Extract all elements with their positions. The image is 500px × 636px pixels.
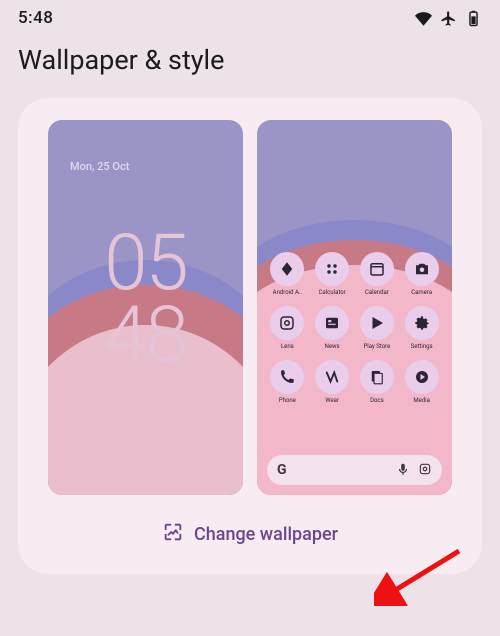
wifi-icon	[415, 10, 432, 27]
gear-icon	[405, 306, 439, 340]
app-android[interactable]: Android A..	[265, 252, 310, 296]
search-bar[interactable]: G	[267, 455, 442, 485]
change-wallpaper-label: Change wallpaper	[194, 524, 338, 545]
app-phone[interactable]: Phone	[265, 360, 310, 404]
status-icons	[415, 10, 482, 27]
app-news[interactable]: News	[310, 306, 355, 350]
app-media[interactable]: Media	[399, 360, 444, 404]
app-camera[interactable]: Camera	[399, 252, 444, 296]
status-time: 5:48	[18, 8, 53, 28]
lock-screen-preview[interactable]: Mon, 25 Oct 05 48	[48, 120, 243, 495]
phone-icon	[270, 360, 304, 394]
page-title: Wallpaper & style	[0, 32, 500, 98]
app-label: Settings	[411, 343, 433, 350]
wallpaper-icon	[162, 521, 184, 548]
lock-date: Mon, 25 Oct	[70, 160, 129, 173]
app-label: Wear	[325, 397, 339, 404]
app-label: Phone	[279, 397, 296, 404]
android-icon	[270, 252, 304, 286]
grid4-icon	[315, 252, 349, 286]
app-play[interactable]: Play Store	[355, 306, 400, 350]
lock-clock-hours: 05	[48, 228, 243, 300]
calendar-icon	[360, 252, 394, 286]
app-lens[interactable]: Lens	[265, 306, 310, 350]
airplane-icon	[440, 10, 457, 27]
lock-clock: 05 48	[48, 228, 243, 372]
docs-icon	[360, 360, 394, 394]
app-grid4[interactable]: Calculator	[310, 252, 355, 296]
app-label: Lens	[281, 343, 294, 350]
app-label: Media	[413, 397, 430, 404]
wallpaper-card: Mon, 25 Oct 05 48 Android A.. Calculator C…	[18, 98, 482, 574]
home-screen-preview[interactable]: Android A.. Calculator Calendar Camera Lens N…	[257, 120, 452, 495]
wear-icon	[315, 360, 349, 394]
app-label: Camera	[411, 289, 432, 296]
lens-icon	[270, 306, 304, 340]
status-bar: 5:48	[0, 0, 500, 32]
app-label: Calculator	[319, 289, 346, 296]
app-calendar[interactable]: Calendar	[355, 252, 400, 296]
app-grid: Android A.. Calculator Calendar Camera Lens N…	[257, 252, 452, 404]
mic-icon[interactable]	[396, 461, 410, 480]
preview-row: Mon, 25 Oct 05 48 Android A.. Calculator C…	[36, 120, 464, 495]
app-label: Calendar	[365, 289, 389, 296]
play-icon	[360, 306, 394, 340]
app-docs[interactable]: Docs	[355, 360, 400, 404]
news-icon	[315, 306, 349, 340]
change-wallpaper-button[interactable]: Change wallpaper	[36, 521, 464, 548]
app-label: News	[325, 343, 340, 350]
lock-clock-minutes: 48	[48, 300, 243, 372]
app-gear[interactable]: Settings	[399, 306, 444, 350]
app-wear[interactable]: Wear	[310, 360, 355, 404]
lens-icon[interactable]	[418, 461, 432, 480]
media-icon	[405, 360, 439, 394]
google-logo: G	[277, 462, 287, 478]
camera-icon	[405, 252, 439, 286]
app-label: Android A..	[273, 289, 302, 296]
battery-icon	[465, 10, 482, 27]
app-label: Docs	[370, 397, 384, 404]
app-label: Play Store	[363, 343, 390, 350]
